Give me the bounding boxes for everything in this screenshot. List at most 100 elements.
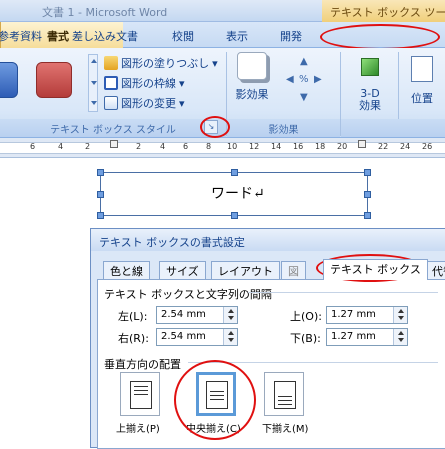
3d-effect-button[interactable]: 3-D 効果 (352, 52, 388, 112)
document-textbox[interactable]: ワード↵ (97, 169, 371, 219)
resize-handle[interactable] (231, 212, 238, 219)
ruler-number: 26 (422, 142, 433, 151)
tab-references[interactable]: 参考資料 (0, 28, 42, 44)
style-gallery-scroll[interactable] (88, 54, 98, 112)
ruler-number: 2 (85, 142, 91, 151)
dialog-body: テキスト ボックスと文字列の間隔 左(L): 2.54 mm 右(R): 2.5… (97, 279, 445, 449)
ruler-number: 2 (136, 142, 142, 151)
spin-arrows-icon[interactable] (223, 307, 237, 323)
group-label-textbox-style: テキスト ボックス スタイル (0, 119, 226, 137)
ruler-number: 12 (249, 142, 260, 151)
nudge-down-icon[interactable]: ▼ (300, 92, 308, 103)
tab-review[interactable]: 校閲 (172, 28, 194, 44)
shadow-icon (237, 52, 267, 80)
group-style-text: テキスト ボックス スタイル (50, 125, 176, 136)
chevron-down-icon: ▾ (179, 76, 185, 90)
highlight-ellipse-launcher (200, 116, 230, 138)
ruler-number: 4 (58, 142, 64, 151)
resize-handle[interactable] (364, 212, 371, 219)
textbox-content[interactable]: ワード↵ (211, 183, 265, 203)
position-button[interactable]: 位置 (404, 52, 440, 106)
ruler-number: 6 (30, 142, 36, 151)
cube-icon (361, 58, 379, 76)
context-tool-label: テキスト ボックス ツール (322, 0, 445, 22)
highlight-ellipse-format (320, 24, 440, 50)
tab-developer[interactable]: 開発 (280, 28, 302, 44)
bottom-margin-label: 下(B): (290, 332, 321, 345)
style-swatch-blue[interactable] (0, 62, 18, 98)
resize-handle[interactable] (364, 191, 371, 198)
top-margin-label: 上(O): (290, 310, 322, 323)
ruler-number: 4 (160, 142, 166, 151)
tab-view[interactable]: 表示 (226, 28, 248, 44)
highlight-ellipse-center-align (174, 360, 256, 440)
align-bottom-icon (274, 381, 296, 409)
bottom-margin-input[interactable]: 1.27 mm (326, 328, 408, 346)
paint-bucket-icon (104, 56, 118, 70)
shape-outline-button[interactable]: 図形の枠線 ▾ (104, 74, 185, 92)
spin-arrows-icon[interactable] (393, 307, 407, 323)
dialog-tab-layout[interactable]: レイアウト (211, 261, 280, 279)
scroll-down-icon (91, 81, 97, 85)
group-label-3d (341, 119, 445, 137)
shape-outline-label: 図形の枠線 (121, 77, 176, 90)
horizontal-ruler[interactable]: 6 4 2 2 4 6 8 10 12 14 16 18 20 22 24 26 (0, 138, 445, 158)
ruler-number: 20 (337, 142, 348, 151)
section-valign-label: 垂直方向の配置 (104, 358, 181, 371)
nudge-right-icon[interactable]: ▶ (314, 74, 322, 85)
position-label: 位置 (411, 92, 433, 105)
format-textbox-dialog: テキスト ボックスの書式設定 色と線 サイズ レイアウト 図 テキスト ボックス… (90, 228, 445, 449)
right-margin-label: 右(R): (118, 332, 149, 345)
right-margin-input[interactable]: 2.54 mm (156, 328, 238, 346)
section-margin-label: テキスト ボックスと文字列の間隔 (104, 288, 272, 301)
tab-mailings[interactable]: 差し込み文書 (72, 28, 138, 44)
shape-fill-label: 図形の塗りつぶし (121, 57, 210, 70)
dialog-tab-alt-text[interactable]: 代替 (425, 261, 445, 279)
dialog-tab-picture[interactable]: 図 (281, 261, 306, 279)
top-margin-input[interactable]: 1.27 mm (326, 306, 408, 324)
valign-top-button[interactable] (120, 372, 160, 416)
shape-icon (104, 96, 118, 110)
spin-arrows-icon[interactable] (223, 329, 237, 345)
resize-handle[interactable] (97, 212, 104, 219)
change-shape-button[interactable]: 図形の変更 ▾ (104, 94, 185, 112)
right-indent-marker-icon[interactable] (358, 140, 366, 148)
gallery-more-icon (91, 101, 97, 105)
resize-handle[interactable] (97, 191, 104, 198)
dialog-tab-textbox[interactable]: テキスト ボックス (323, 259, 428, 280)
group-shadow-text: 影効果 (268, 125, 299, 136)
dialog-tab-color-line[interactable]: 色と線 (103, 261, 150, 279)
ruler-number: 10 (227, 142, 238, 151)
valign-bottom-label: 下揃え(M) (262, 424, 309, 435)
left-margin-value: 2.54 mm (161, 309, 206, 320)
ruler-number: 16 (293, 142, 304, 151)
ruler-number: 18 (315, 142, 326, 151)
shadow-effect-button[interactable]: 影効果 (232, 52, 272, 102)
chevron-down-icon: ▾ (212, 56, 218, 70)
shadow-effect-label: 影効果 (235, 88, 269, 101)
resize-handle[interactable] (364, 169, 371, 176)
resize-handle[interactable] (231, 169, 238, 176)
bottom-margin-value: 1.27 mm (331, 331, 376, 342)
group-label-shadow: 影効果 (227, 119, 340, 137)
style-swatch-red[interactable] (36, 62, 72, 98)
valign-bottom-button[interactable] (264, 372, 304, 416)
ruler-number: 22 (378, 142, 389, 151)
valign-top-label: 上揃え(P) (116, 424, 160, 435)
shadow-toggle-icon[interactable]: % (299, 74, 309, 85)
shadow-nudge-controls: ▲ ◀ % ▶ ▼ (286, 56, 326, 112)
nudge-up-icon[interactable]: ▲ (300, 56, 308, 67)
spin-arrows-icon[interactable] (393, 329, 407, 345)
ruler-number: 8 (206, 142, 212, 151)
left-margin-input[interactable]: 2.54 mm (156, 306, 238, 324)
indent-marker-icon[interactable] (110, 140, 118, 148)
dialog-tab-size[interactable]: サイズ (159, 261, 206, 279)
ruler-number: 24 (400, 142, 411, 151)
dialog-title[interactable]: テキスト ボックスの書式設定 (91, 229, 445, 251)
resize-handle[interactable] (97, 169, 104, 176)
nudge-left-icon[interactable]: ◀ (286, 74, 294, 85)
3d-effect-label-2: 効果 (359, 99, 381, 112)
shape-fill-button[interactable]: 図形の塗りつぶし ▾ (104, 54, 218, 72)
chevron-down-icon: ▾ (179, 96, 185, 110)
ruler-number: 6 (183, 142, 189, 151)
